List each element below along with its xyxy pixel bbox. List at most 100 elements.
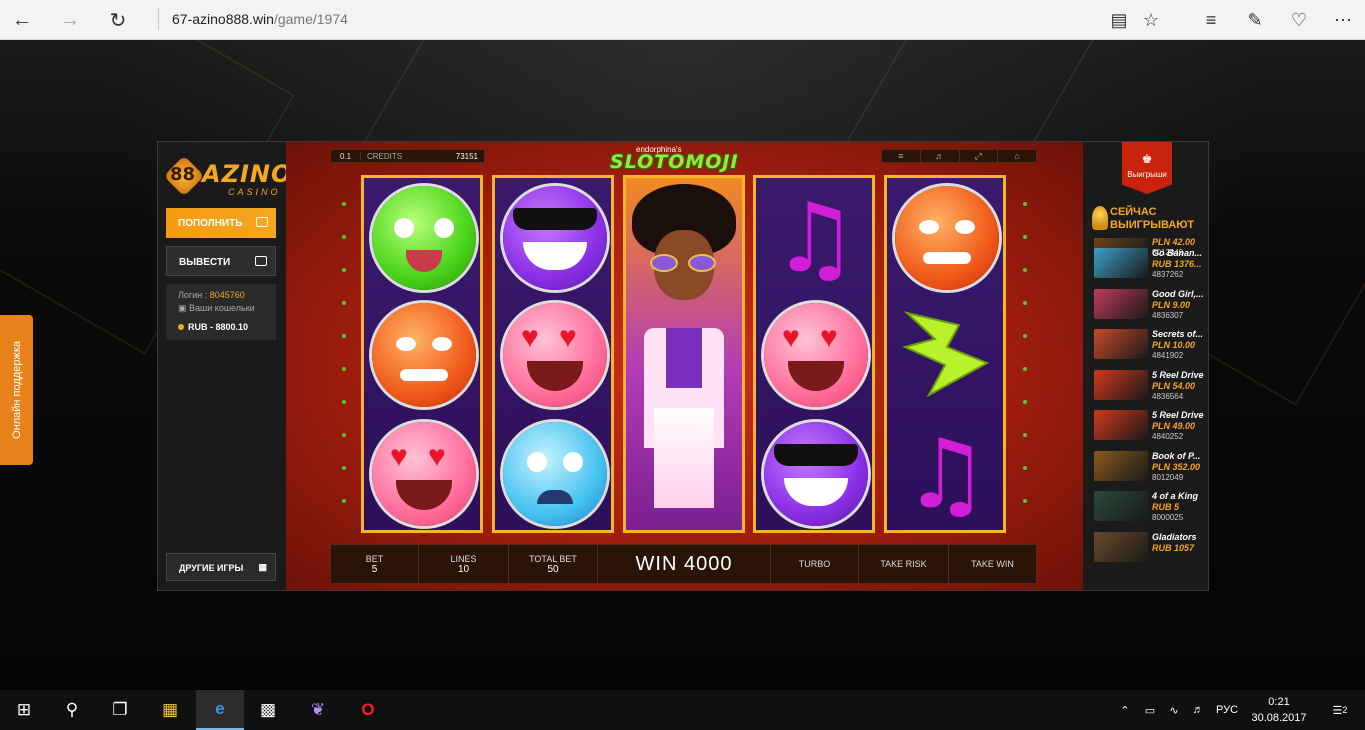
system-clock[interactable]: 0:21 30.08.2017	[1244, 694, 1314, 726]
online-support-tab[interactable]: Онлайн поддержка	[0, 315, 33, 465]
task-view-icon[interactable]: ❐	[96, 690, 144, 730]
winner-item[interactable]: 4 of a King RUB 5 8000025	[1094, 489, 1204, 530]
edge-browser-icon[interactable]: e	[196, 690, 244, 730]
credits-value: 73151	[455, 151, 478, 161]
winner-item[interactable]: 5 Reel Drive PLN 54.00 4836564	[1094, 368, 1204, 409]
reading-view-icon[interactable]: ▤	[1105, 6, 1133, 34]
winner-item[interactable]: 5 Reel Drive PLN 49.00 4840252	[1094, 408, 1204, 449]
game-thumbnail[interactable]	[1094, 329, 1148, 359]
winner-item[interactable]: Gladiators RUB 1057	[1094, 530, 1204, 569]
back-icon[interactable]: ←	[8, 6, 36, 34]
deposit-label: ПОПОЛНИТЬ	[178, 218, 243, 229]
credits-hud: 0.1 CREDITS 73151	[330, 149, 485, 163]
turbo-button[interactable]: TURBO	[771, 545, 859, 583]
winner-item[interactable]: PLN 42.00 8012049	[1094, 238, 1204, 257]
file-explorer-icon[interactable]: ▦	[146, 690, 194, 730]
eye	[434, 218, 454, 238]
heart-icon: ♥	[390, 440, 408, 473]
winner-amount: PLN 10.00	[1152, 340, 1196, 350]
support-label: Онлайн поддержка	[10, 341, 23, 439]
forward-icon[interactable]: →	[56, 6, 84, 34]
tray-chevron-icon[interactable]: ⌃	[1116, 690, 1134, 730]
eye	[432, 337, 452, 351]
cool-emoji-symbol	[764, 422, 868, 526]
mouth	[527, 361, 583, 391]
wallet-icon	[256, 217, 268, 227]
take-win-button[interactable]: TAKE WIN	[949, 545, 1036, 583]
lines-value: 10	[457, 563, 470, 575]
deposit-button[interactable]: ПОПОЛНИТЬ	[166, 208, 276, 238]
sunglasses	[513, 208, 597, 230]
web-note-icon[interactable]: ✎	[1241, 6, 1269, 34]
winnings-tab-label: Выигрыши	[1127, 170, 1167, 179]
refresh-icon[interactable]: ↻	[104, 6, 132, 34]
reel-5: ♫	[884, 175, 1006, 533]
language-indicator[interactable]: РУС	[1212, 690, 1242, 730]
winner-item[interactable]: Secrets of... PLN 10.00 4841902	[1094, 327, 1204, 368]
winner-item[interactable]: Good Girl,... PLN 9.00 4836307	[1094, 287, 1204, 328]
winner-item[interactable]: Book of P... PLN 352.00 8012049	[1094, 449, 1204, 490]
game-thumbnail[interactable]	[1094, 248, 1148, 278]
app-feather-icon[interactable]: ❦	[294, 690, 342, 730]
mouth	[788, 361, 844, 391]
wifi-icon[interactable]: ∿	[1164, 690, 1184, 730]
game-thumbnail[interactable]	[1094, 491, 1148, 521]
game-menu-icons: ≡ ♬ ⤢ ⌂	[881, 149, 1037, 163]
withdraw-button[interactable]: ВЫВЕСТИ	[166, 246, 276, 276]
game-thumbnail[interactable]	[1094, 288, 1148, 319]
total-bet-display: TOTAL BET 50	[509, 545, 598, 583]
bet-control[interactable]: BET 5	[331, 545, 419, 583]
azino-logo[interactable]: 88 AZINO CASINO	[163, 154, 291, 200]
winner-amount: PLN 54.00	[1152, 380, 1196, 391]
music-note-symbol: ♫	[902, 418, 990, 530]
trophy-icon	[1092, 206, 1108, 230]
take-risk-button[interactable]: TAKE RISK	[859, 545, 949, 583]
opera-browser-icon[interactable]: O	[344, 690, 392, 730]
game-thumbnail[interactable]	[1094, 369, 1148, 400]
lines-control[interactable]: LINES 10	[419, 545, 509, 583]
slot-game[interactable]: 0.1 CREDITS 73151 endorphina's SLOTOMOJI…	[286, 142, 1083, 590]
home-icon[interactable]: ⌂	[998, 150, 1036, 162]
menu-icon[interactable]: ≡	[882, 150, 921, 162]
volume-icon[interactable]: ♬	[1188, 690, 1208, 730]
winner-amount: PLN 352.00	[1152, 461, 1201, 472]
eye	[919, 220, 939, 234]
heart-eyes-emoji-symbol: ♥ ♥	[764, 303, 868, 407]
turbo-label: TURBO	[798, 559, 831, 569]
total-bet-value: 50	[547, 563, 559, 575]
windows-start-icon[interactable]: ⊞	[0, 690, 48, 730]
round-glasses	[650, 254, 718, 272]
windows-taskbar: ⊞ ⚲ ❐ ▦ e ▩ ❦ O ⌃ ▭ ∿ ♬ РУС 0:21 30.08.20…	[0, 690, 1365, 730]
hub-icon[interactable]: ≡	[1197, 6, 1225, 34]
share-icon[interactable]: ♡	[1285, 6, 1313, 34]
game-thumbnail[interactable]	[1094, 450, 1148, 481]
account-panel: Логин : 8045760 ▣ Ваши кошельки RUB - 88…	[166, 284, 276, 340]
store-icon[interactable]: ▩	[244, 690, 292, 730]
winners-sidebar: ♚ Выигрыши СЕЙЧАС ВЫИГРЫВАЮТ PLN 42.00 801…	[1088, 142, 1208, 590]
action-center-icon[interactable]: ☰ 2	[1322, 690, 1358, 730]
winner-id: 4836564	[1152, 391, 1184, 401]
take-risk-label: TAKE RISK	[880, 559, 927, 569]
sound-icon[interactable]: ♬	[921, 150, 960, 162]
winner-game-name: 5 Reel Drive	[1152, 410, 1204, 420]
favorite-star-icon[interactable]: ☆	[1137, 6, 1165, 34]
sick-emoji-symbol	[372, 186, 476, 290]
game-thumbnail[interactable]	[1094, 531, 1148, 562]
eye	[563, 452, 583, 472]
search-icon[interactable]: ⚲	[48, 690, 96, 730]
fullscreen-icon[interactable]: ⤢	[960, 150, 999, 162]
winner-item[interactable]: Go Banan... RUB 1376... 4837262	[1094, 246, 1204, 287]
heart-icon: ♥	[782, 321, 800, 354]
winnings-tab[interactable]: ♚ Выигрыши	[1122, 142, 1172, 194]
address-bar[interactable]: 67-azino888.win/game/1974	[158, 8, 348, 30]
reel-2: ♥ ♥	[492, 175, 614, 533]
battery-icon[interactable]: ▭	[1140, 690, 1160, 730]
more-icon[interactable]: ⋯	[1329, 6, 1357, 34]
take-win-label: TAKE WIN	[971, 559, 1014, 569]
heart-eyes-emoji-symbol: ♥ ♥	[503, 303, 607, 407]
wallets-label[interactable]: Ваши кошельки	[189, 303, 255, 313]
smile	[523, 242, 587, 270]
game-thumbnail[interactable]	[1094, 410, 1148, 440]
other-games-button[interactable]: ДРУГИЕ ИГРЫ ▦	[166, 553, 276, 581]
teeth	[923, 252, 971, 264]
